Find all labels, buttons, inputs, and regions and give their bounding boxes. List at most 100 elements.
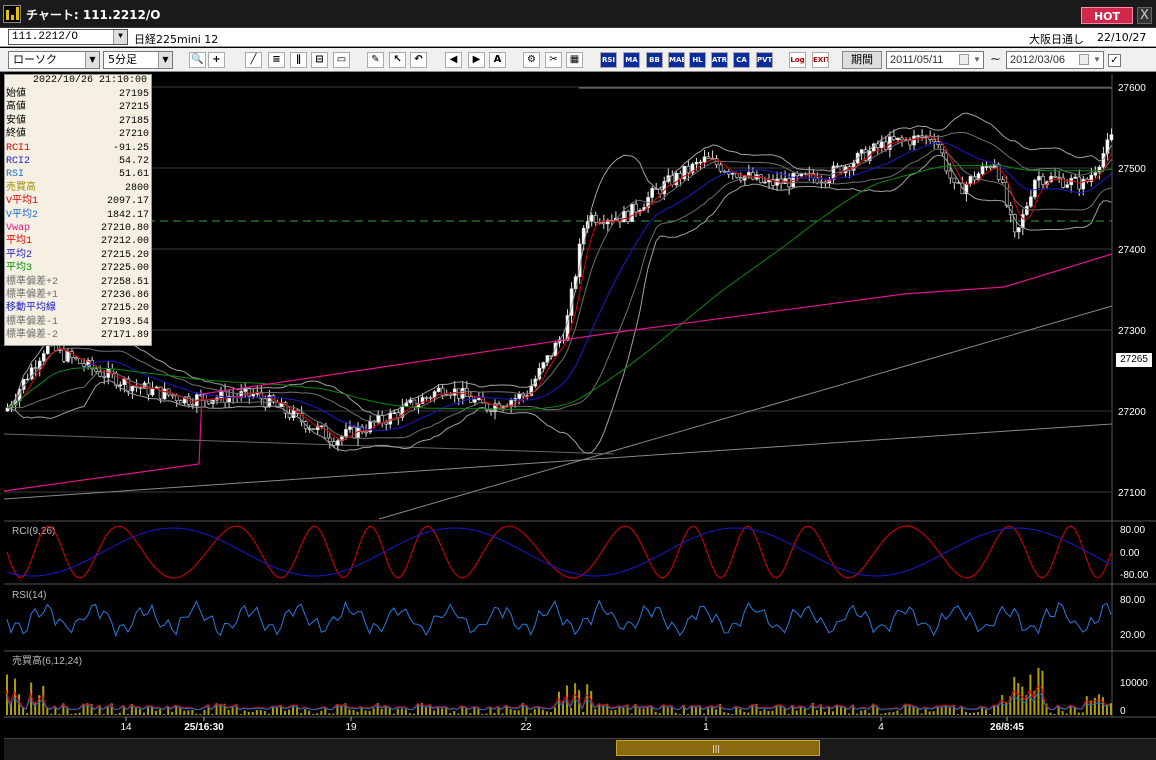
candle-body [376,415,380,423]
crosshair-button[interactable]: + [208,52,225,68]
price-tick: 27100 [1118,488,1146,499]
scrollbar-thumb[interactable]: ||| [616,740,820,756]
settings-button[interactable]: ⚙ [523,52,540,68]
volume-bar [147,706,150,715]
indicator-button-atr[interactable]: ATR [711,52,728,68]
volume-bar [977,712,980,715]
volume-bar [956,714,959,715]
close-button[interactable]: X [1137,7,1152,24]
all-button[interactable]: A [489,52,506,68]
chart-type-select[interactable]: ローソク ▼ [8,51,100,69]
to-date-input[interactable]: 2012/03/06 ▼ [1006,51,1104,69]
chart-canvas[interactable]: 27600 27500 27400 27300 27200 27100 RCI(9,26) 8… [4,74,1156,739]
candle-body [428,397,433,399]
indicator-button-ca[interactable]: CA [733,52,750,68]
indicator-button-mae[interactable]: MAE [668,52,685,68]
volume-bar [517,710,520,715]
data-window-value: 2097.17 [106,196,149,208]
volume-bar [767,710,770,715]
candle-body [332,441,336,446]
volume-bar [288,709,291,715]
volume-bar [594,709,597,715]
eraser-button[interactable]: ▭ [333,52,350,68]
from-date-input[interactable]: 2011/05/11 ▼ [886,51,984,69]
chevron-down-icon[interactable]: ▼ [158,52,172,68]
indicator-button-pvt[interactable]: PVT [756,52,773,68]
split-button[interactable]: ⊟ [311,52,328,68]
pen-button[interactable]: ✎ [367,52,384,68]
volume-bar [1101,696,1104,715]
rci-tick: 0.00 [1120,548,1140,559]
bar-right-button[interactable]: ▶ [468,52,485,68]
chevron-down-icon[interactable]: ▼ [1091,52,1103,68]
chart-area[interactable]: 27600 27500 27400 27300 27200 27100 RCI(9,26) 8… [4,74,1156,739]
candle-body [319,425,324,428]
volume-bar [771,710,774,715]
settings-icon: ⚙ [527,54,536,65]
chevron-down-icon[interactable]: ▼ [113,30,127,44]
data-window-label: 移動平均線 [6,303,56,315]
data-window-value: 27210.80 [100,223,149,234]
candle-body [593,214,598,223]
period-checkbox[interactable]: ✓ [1108,54,1121,67]
candle-body [1093,172,1098,176]
chevron-down-icon[interactable]: ▼ [971,52,983,68]
candle-body [118,384,123,387]
volume-bar [916,708,919,715]
indicator-button-ma[interactable]: MA [623,52,640,68]
price-tick: 27300 [1118,326,1146,337]
volume-bar [195,713,198,715]
fibo-button[interactable]: ≡ [268,52,285,68]
calendar-icon[interactable] [1079,54,1089,65]
candle-body [364,431,368,434]
chevron-down-icon[interactable]: ▼ [85,52,99,68]
undo-button[interactable]: ↶ [410,52,427,68]
volume-bar [404,709,407,715]
indicator-button-rsi[interactable]: RSI [600,52,617,68]
market-session: 大阪日通し [1029,33,1084,46]
volume-bar [215,703,218,715]
calendar-icon[interactable] [959,54,969,65]
palette-button[interactable]: ▦ [566,52,583,68]
current-price-tag: 27265 [1116,353,1152,367]
data-window-value: 27193.54 [100,316,149,328]
candle-body [247,387,252,397]
volume-bar [892,712,895,715]
volume-bar [989,714,992,715]
indicator-button-hl[interactable]: HL [689,52,706,68]
volume-bar [489,707,492,715]
rci-tick: -80.00 [1120,570,1149,581]
rci-tick: 80.00 [1120,525,1145,536]
indicator-button-log[interactable]: Log [789,52,806,68]
tools-button[interactable]: ✂ [545,52,562,68]
symbol-input[interactable]: 111.2212/O ▼ [8,29,128,45]
volume-bar [155,710,158,715]
volume-bar [703,713,706,715]
volume-bar [469,713,472,715]
interval-select[interactable]: 5分足 ▼ [103,51,173,69]
volume-bar [501,713,504,715]
period-button[interactable]: 期間 [842,51,882,69]
volume-bar [1061,711,1064,715]
data-window-row: 売買高 2800 [6,182,151,195]
volume-bar [356,711,359,715]
bar-left-button[interactable]: ◀ [445,52,462,68]
volume-bar [396,708,399,715]
candle-body [1004,181,1009,206]
cursor-button[interactable]: ↖ [389,52,406,68]
zoom-button[interactable]: 🔍 [189,52,206,68]
candle-body [859,149,864,154]
volume-bar [783,707,786,715]
candle-body [82,363,86,367]
indicator-button-bb[interactable]: BB [646,52,663,68]
parallel-button[interactable]: ∥ [290,52,307,68]
data-window-row: 移動平均線 27215.20 [6,302,151,315]
volume-bar [239,714,242,715]
indicator-button-exit[interactable]: EXIT [812,52,829,68]
volume-bar [1053,714,1056,715]
time-scrollbar[interactable]: ||| [4,738,1156,760]
volume-bar [823,711,826,715]
trend-button[interactable]: ╱ [245,52,262,68]
hot-button[interactable]: HOT [1081,7,1133,24]
candle-body [473,399,477,403]
